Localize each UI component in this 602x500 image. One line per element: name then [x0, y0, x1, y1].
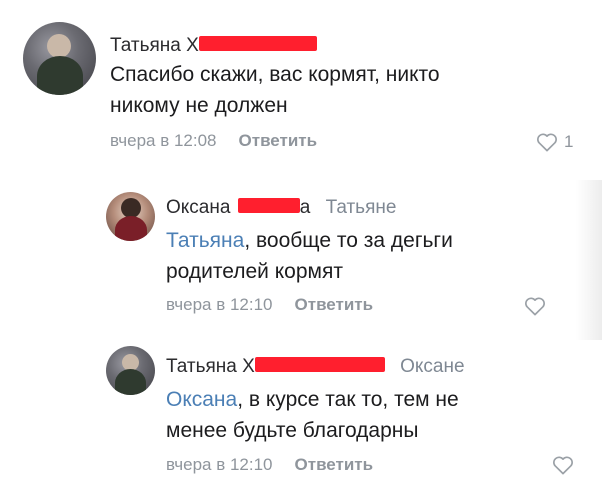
redaction-bar [237, 198, 300, 214]
heart-outline-icon [553, 456, 573, 475]
comment-text-line: никому не должен [110, 94, 288, 117]
comment-author[interactable]: Оксана а Татьяне [166, 196, 396, 220]
author-name[interactable]: Татьяна Х [166, 356, 255, 377]
reply-to-target[interactable]: Оксане [400, 356, 464, 377]
comment-meta: вчера в 12:10 Ответить [166, 454, 373, 476]
redaction-bar [254, 357, 385, 373]
comment-text-line: Спасибо скажи, вас кормят, никто [110, 63, 440, 86]
redaction-bar [198, 36, 317, 52]
reply-to-target[interactable]: Татьяне [326, 197, 397, 218]
heart-outline-icon [537, 133, 557, 152]
comment-timestamp: вчера в 12:10 [166, 295, 273, 314]
mention-link[interactable]: Татьяна [166, 229, 244, 252]
like-count: 1 [564, 132, 574, 151]
comment-timestamp: вчера в 12:08 [110, 131, 217, 150]
like-button[interactable]: 1 [536, 132, 573, 152]
author-name-tail: а [299, 197, 311, 218]
comment-author[interactable]: Татьяна Х Оксане [166, 355, 465, 379]
comment-meta: вчера в 12:08 Ответить [110, 130, 317, 152]
page-edge-shadow [576, 180, 602, 340]
author-name[interactable]: Татьяна Х [110, 35, 199, 56]
comment-text-line: родителей кормят [166, 260, 343, 283]
comment-text-line: Оксана, в курсе так то, тем не [166, 384, 459, 415]
comment-text: , в курсе так то, тем не [237, 388, 459, 411]
mention-link[interactable]: Оксана [166, 388, 237, 411]
comment-text-line: Татьяна, вообще то за дегьги [166, 225, 453, 256]
comment-timestamp: вчера в 12:10 [166, 455, 273, 474]
comment-author[interactable]: Татьяна Х [110, 34, 317, 58]
avatar-oksana[interactable] [106, 192, 155, 241]
avatar-tatyana-2[interactable] [106, 346, 155, 395]
reply-button[interactable]: Ответить [295, 455, 374, 474]
reply-button[interactable]: Ответить [295, 295, 374, 314]
reply-button[interactable]: Ответить [239, 131, 318, 150]
like-button[interactable] [524, 296, 552, 316]
heart-outline-icon [525, 297, 545, 316]
comment-text: , вообще то за дегьги [244, 229, 453, 252]
comment-meta: вчера в 12:10 Ответить [166, 294, 373, 316]
avatar-tatyana-1[interactable] [23, 22, 96, 95]
author-name[interactable]: Оксана [166, 197, 230, 218]
like-button[interactable] [552, 455, 580, 475]
comment-text-line: менее будьте благодарны [166, 419, 419, 442]
